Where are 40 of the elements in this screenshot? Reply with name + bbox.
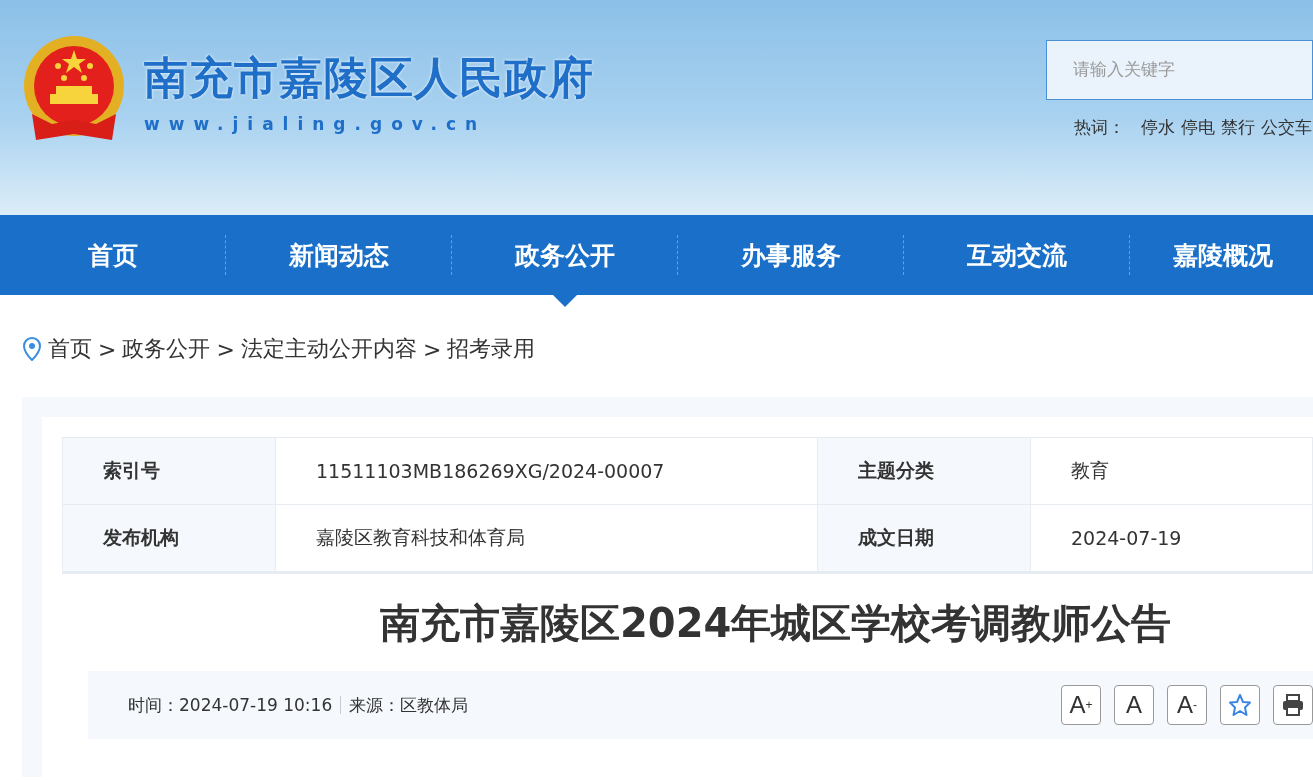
search-field[interactable]: 请输入关键字 bbox=[1046, 40, 1313, 100]
breadcrumb-separator: > bbox=[98, 336, 117, 362]
breadcrumb-separator: > bbox=[422, 336, 442, 362]
site-title: 南充市嘉陵区人民政府 bbox=[144, 50, 594, 105]
breadcrumb-link[interactable]: 首页 bbox=[48, 334, 92, 364]
table-value-cell: 2024-07-19 bbox=[1031, 505, 1313, 572]
nav-item[interactable]: 首页 bbox=[0, 215, 226, 307]
site-url: www.jialing.gov.cn bbox=[144, 113, 488, 134]
font-size-button[interactable]: A$^{+}$ bbox=[1061, 685, 1101, 725]
table-value-cell: 教育 bbox=[1031, 438, 1313, 505]
table-label-cell: 成文日期 bbox=[818, 505, 1031, 572]
breadcrumb-separator: > bbox=[216, 336, 235, 362]
print-button[interactable] bbox=[1273, 685, 1313, 725]
hot-word-link[interactable]: 禁行 bbox=[1221, 116, 1255, 139]
nav-item[interactable]: 互动交流 bbox=[904, 215, 1130, 307]
breadcrumb-link[interactable]: 招考录用 bbox=[447, 334, 536, 364]
favorite-button[interactable] bbox=[1220, 685, 1260, 725]
nav-item[interactable]: 政务公开 bbox=[452, 215, 678, 307]
article-source: 来源：区教体局 bbox=[349, 693, 469, 717]
article-title: 南充市嘉陵区2024年城区学校考调教师公告 bbox=[380, 599, 1173, 648]
table-label-cell: 索引号 bbox=[63, 438, 276, 505]
star-icon bbox=[1228, 693, 1252, 717]
hot-words-label: 热词： bbox=[1074, 116, 1125, 139]
breadcrumb-link[interactable]: 法定主动公开内容 bbox=[240, 334, 417, 364]
font-size-button[interactable]: A$^{-}$ bbox=[1167, 685, 1207, 725]
hot-word-link[interactable]: 公交车 bbox=[1261, 116, 1312, 139]
breadcrumb-link[interactable]: 政务公开 bbox=[122, 334, 211, 364]
table-value-cell: 11511103MB186269XG/2024-00007 bbox=[276, 438, 818, 505]
printer-icon bbox=[1281, 693, 1305, 717]
nav-item[interactable]: 新闻动态 bbox=[226, 215, 452, 307]
hot-word-link[interactable]: 停水 bbox=[1141, 116, 1175, 139]
hot-word-link[interactable]: 停电 bbox=[1181, 116, 1215, 139]
table-label-cell: 发布机构 bbox=[63, 505, 276, 572]
nav-item[interactable]: 办事服务 bbox=[678, 215, 904, 307]
table-value-cell: 嘉陵区教育科技和体育局 bbox=[276, 505, 818, 572]
publish-time: 时间：2024-07-19 10:16 bbox=[128, 693, 333, 717]
table-label-cell: 主题分类 bbox=[818, 438, 1031, 505]
nav-item[interactable]: 嘉陵概况 bbox=[1130, 215, 1313, 307]
font-size-button[interactable]: A bbox=[1114, 685, 1154, 725]
location-pin-icon bbox=[22, 337, 42, 361]
